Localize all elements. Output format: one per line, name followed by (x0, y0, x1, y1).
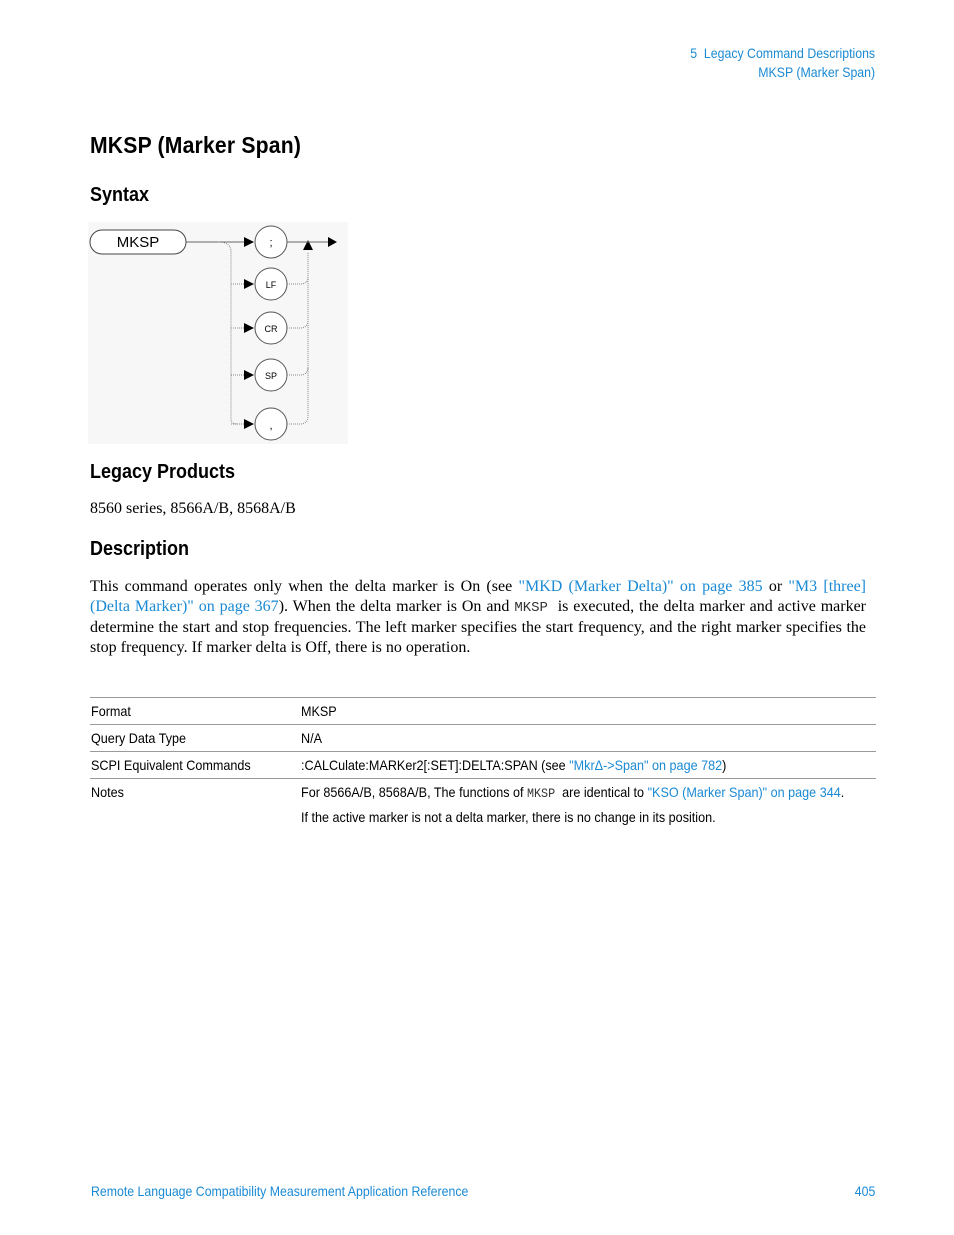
text-run: or (762, 578, 789, 595)
running-header: 5 Legacy Command Descriptions MKSP (Mark… (690, 44, 875, 82)
text-run: are identical to (555, 784, 648, 800)
row-key: SCPI Equivalent Commands (90, 751, 300, 779)
command-info-table: Format MKSP Query Data Type N/A SCPI Equ… (90, 697, 876, 835)
syntax-heading: Syntax (90, 184, 150, 206)
row-value: For 8566A/B, 8568A/B, The functions of M… (300, 778, 876, 835)
inline-code: MKSP (514, 600, 548, 616)
row-value: :CALCulate:MARKer2[:SET]:DELTA:SPAN (see… (300, 751, 876, 779)
svg-text:CR: CR (265, 324, 278, 334)
command-label: MKSP (117, 234, 160, 251)
link-mkr-delta-span[interactable]: "MkrΔ->Span" on page 782 (569, 757, 722, 773)
table-row: Notes For 8566A/B, 8568A/B, The function… (90, 778, 876, 835)
text-run: ) (722, 757, 727, 773)
running-header-chapter[interactable]: 5 Legacy Command Descriptions (690, 44, 875, 63)
link-kso-marker-span[interactable]: "KSO (Marker Span)" on page 344 (648, 784, 841, 800)
text-run: This command operates only when the delt… (90, 578, 519, 595)
terminator-cr: CR (254, 311, 288, 345)
note-paragraph: If the active marker is not a delta mark… (301, 809, 716, 825)
syntax-diagram: MKSP ; LF CR SP , (88, 222, 348, 444)
legacy-products-text: 8560 series, 8566A/B, 8568A/B (90, 500, 296, 517)
table-row: Query Data Type N/A (90, 724, 876, 752)
text-run: For 8566A/B, 8568A/B, The functions of (301, 784, 528, 800)
row-key: Format (90, 697, 300, 725)
svg-text:,: , (269, 420, 272, 432)
note-paragraph: For 8566A/B, 8568A/B, The functions of M… (301, 783, 875, 803)
legacy-products-heading: Legacy Products (90, 461, 236, 483)
text-run: ). When the delta marker is On and (278, 598, 515, 615)
footer-book-title[interactable]: Remote Language Compatibility Measuremen… (91, 1183, 468, 1199)
description-heading: Description (90, 538, 190, 560)
link-mkd-marker-delta[interactable]: "MKD (Marker Delta)" on page 385 (518, 578, 762, 595)
diagram-background (88, 222, 348, 444)
running-header-section[interactable]: MKSP (Marker Span) (690, 63, 875, 82)
svg-text:SP: SP (265, 371, 277, 381)
terminator-lf: LF (254, 267, 288, 301)
row-value: MKSP (300, 697, 876, 725)
text-run: :CALCulate:MARKer2[:SET]:DELTA:SPAN (see (301, 757, 570, 773)
text-run: . (840, 784, 845, 800)
row-key: Notes (90, 778, 300, 835)
page-title: MKSP (Marker Span) (90, 132, 302, 158)
terminator-comma: , (254, 407, 288, 441)
table-row: Format MKSP (90, 697, 876, 725)
table-row: SCPI Equivalent Commands :CALCulate:MARK… (90, 751, 876, 779)
row-value: N/A (300, 724, 876, 752)
terminator-semicolon: ; (254, 225, 288, 259)
row-key: Query Data Type (90, 724, 300, 752)
inline-code: MKSP (527, 786, 556, 801)
footer-page-number: 405 (854, 1183, 875, 1199)
svg-text:LF: LF (266, 280, 277, 290)
svg-text:;: ; (269, 237, 272, 249)
terminator-sp: SP (254, 358, 288, 392)
description-text: This command operates only when the delt… (90, 577, 866, 658)
